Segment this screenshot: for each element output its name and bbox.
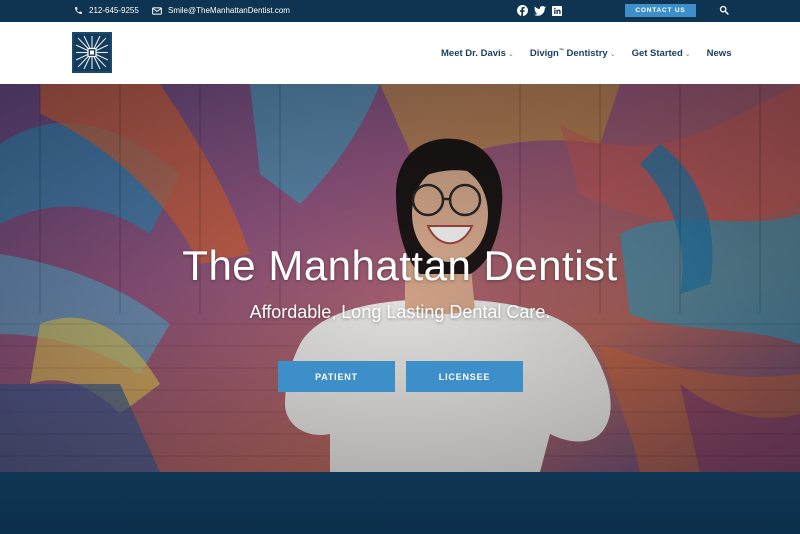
nav-item-label: Meet Dr. Davis [441,48,506,60]
licensee-button[interactable]: LICENSEE [406,361,523,392]
main-nav: Meet Dr. Davis ⌄ Divign™ Dentistry ⌄ Get… [441,48,731,59]
twitter-icon[interactable] [534,5,546,16]
nav-item-label: News [706,48,732,60]
facebook-icon[interactable] [517,5,528,16]
phone-number: 212-645-9255 [89,6,139,15]
chevron-down-icon: ⌄ [609,50,616,58]
hero-section: The Manhattan Dentist Affordable, Long L… [0,84,800,472]
hero-subtitle: Affordable, Long Lasting Dental Care. [249,302,551,322]
nav-item-divign-dentistry[interactable]: Divign™ Dentistry ⌄ [530,48,616,59]
next-section-band [0,472,800,534]
nav-item-news[interactable]: News [707,48,732,59]
chevron-down-icon: ⌄ [684,50,691,58]
search-icon[interactable] [719,5,729,15]
nav-item-meet-dr-davis[interactable]: Meet Dr. Davis ⌄ [441,48,514,59]
envelope-icon [152,6,162,15]
email-address: Smile@TheManhattanDentist.com [168,6,290,15]
nav-item-label: Divign™ Dentistry [529,48,608,60]
site-logo[interactable] [72,32,112,73]
linkedin-icon[interactable] [552,5,562,16]
top-bar: 212-645-9255 Smile@TheManhattanDentist.c… [0,0,800,22]
social-links [517,5,562,16]
chevron-down-icon: ⌄ [507,50,514,58]
contact-us-button[interactable]: CONTACT US [625,4,696,17]
nav-item-label: Get Started [631,48,683,60]
phone-link[interactable]: 212-645-9255 [74,6,139,15]
site-header: Meet Dr. Davis ⌄ Divign™ Dentistry ⌄ Get… [0,22,800,84]
logo-sunburst-icon [74,34,110,71]
hero-title: The Manhattan Dentist [182,242,618,289]
phone-icon [75,7,82,14]
patient-button[interactable]: PATIENT [278,361,395,392]
email-link[interactable]: Smile@TheManhattanDentist.com [152,6,290,15]
nav-item-get-started[interactable]: Get Started ⌄ [632,48,691,59]
